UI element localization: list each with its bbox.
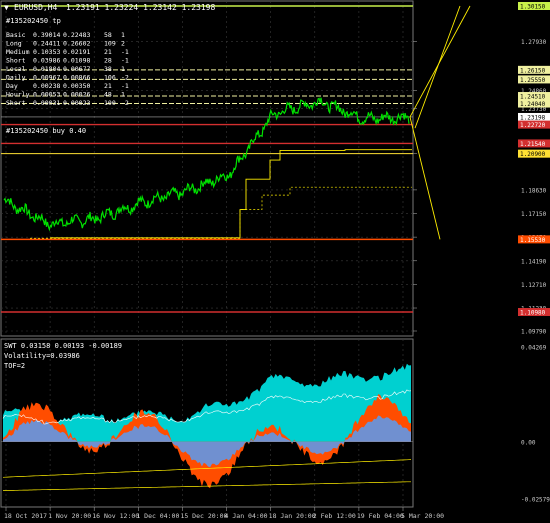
stats-cell: 0.00866 xyxy=(63,74,90,82)
indicator-tick: -0.02579 xyxy=(521,497,550,504)
time-tick: 18 Oct 2017 xyxy=(4,512,47,520)
time-tick: 18 Jan 20:00 xyxy=(269,512,316,520)
stats-cell: Local xyxy=(6,65,26,73)
stats-cell: 0.00967 xyxy=(33,74,60,82)
time-tick: 19 Feb 04:00 xyxy=(357,512,404,520)
price-tag-label: 1.23198 xyxy=(520,114,546,121)
ohlc-values: 1.23191 1.23224 1.23142 1.23198 xyxy=(66,3,215,12)
time-tick: 1 Nov 20:00 xyxy=(48,512,91,520)
tp-order-label: #135202450 tp xyxy=(6,17,61,25)
time-axis: 18 Oct 2017 1 Nov 20:00 16 Nov 12:001 Dec … xyxy=(4,507,444,520)
stats-cell: 109 xyxy=(104,40,116,48)
stats-cell: 0.02191 xyxy=(63,48,90,56)
indicator-tick: 0.04269 xyxy=(521,345,547,352)
stats-cell: 0.00026 xyxy=(63,91,90,99)
price-tick: 1.17150 xyxy=(521,211,547,218)
price-tick: 1.14190 xyxy=(521,258,547,265)
trading-chart[interactable]: ▼ EURUSD,H4 1.23191 1.23224 1.23142 1.23… xyxy=(0,0,550,523)
stats-cell: -1 xyxy=(121,48,129,56)
stats-cell: 38 xyxy=(104,65,112,73)
time-tick: 5 Mar 20:00 xyxy=(401,512,444,520)
stats-cell: 0.01804 xyxy=(33,65,60,73)
time-tick: 16 Nov 12:00 xyxy=(92,512,139,520)
stats-cell: -1 xyxy=(121,82,129,90)
price-tag-label: 1.20900 xyxy=(520,151,546,158)
stats-cell: 1 xyxy=(121,31,125,39)
stats-cell: -2 xyxy=(121,74,129,82)
time-tick: 1 Dec 04:00 xyxy=(136,512,179,520)
price-tag-label: 1.15530 xyxy=(520,237,546,244)
stats-cell: 106 xyxy=(104,74,116,82)
price-tag-label: 1.24510 xyxy=(520,94,546,101)
stats-cell: 0.01098 xyxy=(63,57,90,65)
volatility-label: Volatility=0.03986 xyxy=(4,352,80,360)
stats-cell: Short xyxy=(6,57,26,65)
stats-cell: 0.00053 xyxy=(33,91,60,99)
stats-cell: 2 xyxy=(121,40,125,48)
stats-cell: Day xyxy=(6,82,18,90)
stats-cell: 0.22483 xyxy=(63,31,90,39)
stats-cell: 48 xyxy=(104,91,112,99)
stats-cell: Daily xyxy=(6,74,26,82)
stats-cell: 0.03986 xyxy=(33,57,60,65)
time-tick: 15 Dec 20:00 xyxy=(180,512,227,520)
price-tag-label: 1.26150 xyxy=(520,67,546,74)
stats-cell: 58 xyxy=(104,31,112,39)
stats-cell: Hourly xyxy=(6,91,30,99)
stats-cell: -1 xyxy=(121,57,129,65)
stats-cell: 21 xyxy=(104,82,112,90)
indicator-axis: 0.04269 0.00 -0.02579 xyxy=(521,345,550,504)
indicator-tick: 0.00 xyxy=(521,439,536,446)
chart-menu-icon[interactable]: ▼ xyxy=(4,3,9,12)
stats-cell: 100 xyxy=(104,99,116,107)
stats-cell: 0.00677 xyxy=(63,65,90,73)
symbol-label: EURUSD,H4 xyxy=(14,3,58,12)
price-tick: 1.18630 xyxy=(521,187,547,194)
stats-cell: -2 xyxy=(121,99,129,107)
price-tick: 1.27930 xyxy=(521,39,547,46)
stats-cell: 0.39014 xyxy=(33,31,60,39)
stats-cell: Medium xyxy=(6,48,30,56)
stats-cell: 0.00031 xyxy=(33,99,60,107)
price-tag-label: 1.25550 xyxy=(520,77,546,84)
price-axis: 1.279301.248601.237301.209001.186301.171… xyxy=(413,2,550,336)
stats-cell: 1 xyxy=(121,65,125,73)
stats-cell: 0.00238 xyxy=(33,82,60,90)
tof-label: TOF=2 xyxy=(4,362,25,370)
stats-cell: 0.26602 xyxy=(63,40,90,48)
price-tag-label: 1.10980 xyxy=(520,310,546,317)
indicator-name: SWT 0.03158 0.00193 -0.00189 xyxy=(4,342,122,350)
stats-cell: 0.24411 xyxy=(33,40,60,48)
time-tick: 4 Jan 04:00 xyxy=(225,512,268,520)
stats-cell: 1 xyxy=(121,91,125,99)
buy-order-label: #135202450 buy 0.40 xyxy=(6,127,86,135)
stats-cell: 28 xyxy=(104,57,112,65)
price-tag-label: 1.24040 xyxy=(520,101,546,108)
price-tag-label: 1.21540 xyxy=(520,141,546,148)
stats-cell: Basic xyxy=(6,31,26,39)
stats-cell: 0.00023 xyxy=(63,99,90,107)
price-tag-label: 1.30150 xyxy=(520,4,546,11)
stats-cell: 0.00350 xyxy=(63,82,90,90)
stats-cell: Short xyxy=(6,99,26,107)
price-tag-label: 1.22720 xyxy=(520,122,546,129)
price-tick: 1.12710 xyxy=(521,282,547,289)
stats-cell: Long xyxy=(6,40,22,48)
stats-cell: 0.10353 xyxy=(33,48,60,56)
price-tick: 1.09790 xyxy=(521,329,547,336)
time-tick: 2 Feb 12:00 xyxy=(313,512,356,520)
stats-cell: 21 xyxy=(104,48,112,56)
